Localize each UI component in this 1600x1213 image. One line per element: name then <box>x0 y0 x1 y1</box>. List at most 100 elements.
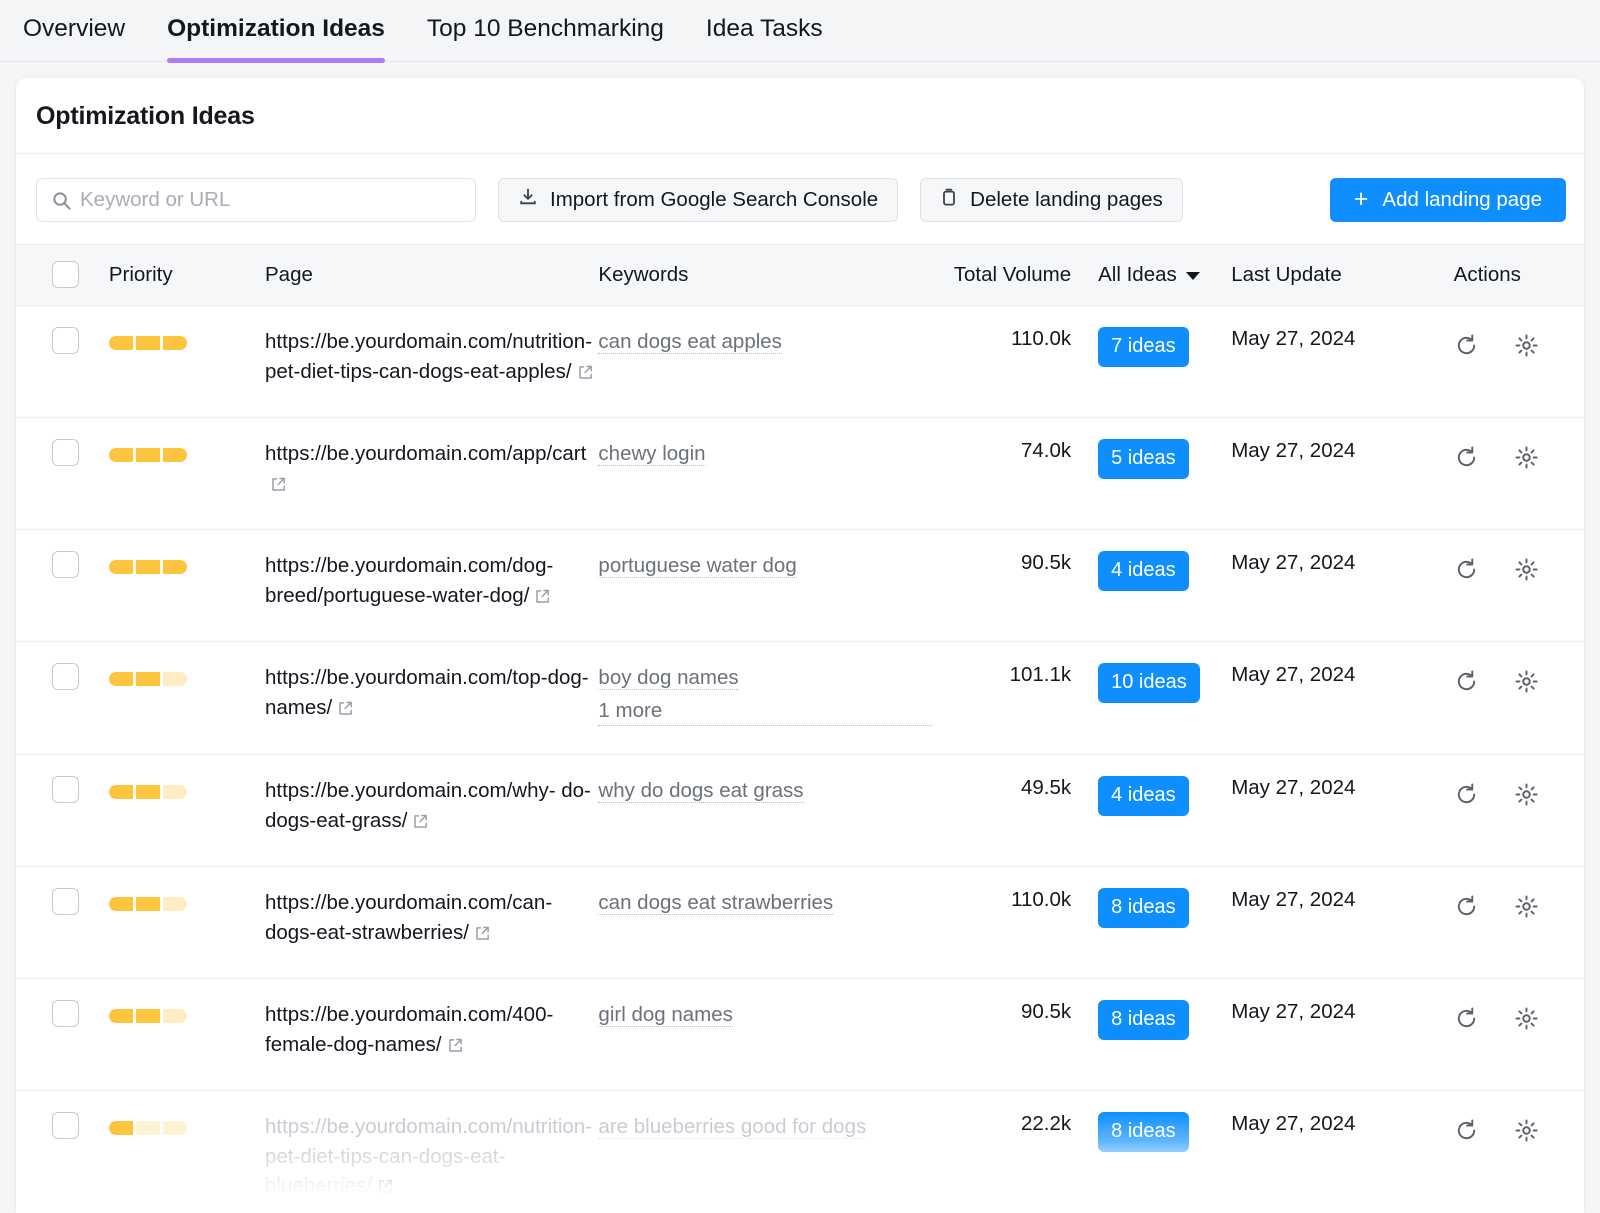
page-url-link[interactable]: https://be.yourdomain.com/app/cart <box>265 442 586 495</box>
row-checkbox[interactable] <box>52 439 79 466</box>
actions-cell <box>1426 306 1584 418</box>
keywords-more-link[interactable]: 1 more <box>598 696 931 727</box>
external-link-icon[interactable] <box>447 1033 464 1063</box>
tab-top-10-benchmarking[interactable]: Top 10 Benchmarking <box>406 0 685 63</box>
refresh-icon[interactable] <box>1454 894 1479 919</box>
download-icon <box>518 187 538 213</box>
keyword-link[interactable]: girl dog names <box>598 1003 732 1027</box>
refresh-icon[interactable] <box>1454 669 1479 694</box>
keyword-link[interactable]: are blueberries good for dogs <box>598 1115 866 1139</box>
priority-segment <box>109 785 133 799</box>
search-box[interactable] <box>36 178 476 222</box>
external-link-icon[interactable] <box>412 809 429 839</box>
priority-segment <box>136 672 160 686</box>
keyword-link[interactable]: can dogs eat apples <box>598 330 782 354</box>
total-volume-value: 22.2k <box>932 1091 1071 1213</box>
priority-bar <box>109 336 265 350</box>
external-link-icon[interactable] <box>270 472 287 502</box>
row-select-cell <box>16 755 109 867</box>
table-row[interactable]: https://be.yourdomain.com/400-female-dog… <box>16 979 1584 1091</box>
keywords-cell: chewy login <box>598 418 931 530</box>
keywords-cell: are blueberries good for dogs <box>598 1091 931 1213</box>
tab-idea-tasks[interactable]: Idea Tasks <box>685 0 844 63</box>
table-row[interactable]: https://be.yourdomain.com/app/cart chewy … <box>16 418 1584 530</box>
ideas-badge[interactable]: 8 ideas <box>1098 1000 1189 1040</box>
gear-icon[interactable] <box>1514 1006 1539 1031</box>
ideas-badge[interactable]: 8 ideas <box>1098 888 1189 928</box>
page-url-link[interactable]: https://be.yourdomain.com/nutrition-pet-… <box>265 330 594 383</box>
row-select-cell <box>16 418 109 530</box>
row-checkbox[interactable] <box>52 776 79 803</box>
row-checkbox[interactable] <box>52 551 79 578</box>
gear-icon[interactable] <box>1514 1118 1539 1143</box>
keyword-link[interactable]: boy dog names <box>598 666 738 690</box>
page-cell: https://be.yourdomain.com/400-female-dog… <box>265 979 598 1091</box>
table-row[interactable]: https://be.yourdomain.com/nutrition-pet-… <box>16 306 1584 418</box>
table-row[interactable]: https://be.yourdomain.com/top-dog-names/… <box>16 642 1584 755</box>
gear-icon[interactable] <box>1514 557 1539 582</box>
add-landing-page-button[interactable]: + Add landing page <box>1330 178 1566 222</box>
external-link-icon[interactable] <box>474 921 491 951</box>
refresh-icon[interactable] <box>1454 782 1479 807</box>
header-last-update[interactable]: Last Update <box>1206 245 1425 306</box>
ideas-badge[interactable]: 4 ideas <box>1098 551 1189 591</box>
external-link-icon[interactable] <box>577 360 594 390</box>
page-url-link[interactable]: https://be.yourdomain.com/dog-breed/port… <box>265 554 553 607</box>
tab-optimization-ideas[interactable]: Optimization Ideas <box>146 0 406 63</box>
row-checkbox[interactable] <box>52 663 79 690</box>
total-volume-value: 74.0k <box>932 418 1071 530</box>
keyword-link[interactable]: can dogs eat strawberries <box>598 891 833 915</box>
ideas-badge[interactable]: 8 ideas <box>1098 1112 1189 1152</box>
row-checkbox[interactable] <box>52 888 79 915</box>
refresh-icon[interactable] <box>1454 557 1479 582</box>
table-row[interactable]: https://be.yourdomain.com/nutrition-pet-… <box>16 1091 1584 1213</box>
gear-icon[interactable] <box>1514 333 1539 358</box>
gear-icon[interactable] <box>1514 894 1539 919</box>
header-page[interactable]: Page <box>265 245 598 306</box>
refresh-icon[interactable] <box>1454 333 1479 358</box>
row-checkbox[interactable] <box>52 1112 79 1139</box>
table-row[interactable]: https://be.yourdomain.com/can-dogs-eat-s… <box>16 867 1584 979</box>
keyword-link[interactable]: chewy login <box>598 442 705 466</box>
priority-segment <box>163 785 187 799</box>
external-link-icon[interactable] <box>534 584 551 614</box>
page-url-link[interactable]: https://be.yourdomain.com/can-dogs-eat-s… <box>265 891 552 944</box>
refresh-icon[interactable] <box>1454 1006 1479 1031</box>
header-total-volume[interactable]: Total Volume <box>932 245 1071 306</box>
keyword-link[interactable]: why do dogs eat grass <box>598 779 803 803</box>
refresh-icon[interactable] <box>1454 445 1479 470</box>
page-url-link[interactable]: https://be.yourdomain.com/400-female-dog… <box>265 1003 553 1056</box>
actions-cell <box>1426 755 1584 867</box>
table-row[interactable]: https://be.yourdomain.com/why- do-dogs-e… <box>16 755 1584 867</box>
select-all-checkbox[interactable] <box>52 261 79 288</box>
header-priority[interactable]: Priority <box>109 245 265 306</box>
row-checkbox[interactable] <box>52 1000 79 1027</box>
priority-segment <box>136 785 160 799</box>
row-checkbox[interactable] <box>52 327 79 354</box>
ideas-badge[interactable]: 4 ideas <box>1098 776 1189 816</box>
keyword-link[interactable]: portuguese water dog <box>598 554 796 578</box>
header-keywords[interactable]: Keywords <box>598 245 931 306</box>
priority-segment <box>109 672 133 686</box>
ideas-badge[interactable]: 7 ideas <box>1098 327 1189 367</box>
import-from-gsc-button[interactable]: Import from Google Search Console <box>498 178 898 222</box>
delete-landing-pages-button[interactable]: Delete landing pages <box>920 178 1183 222</box>
external-link-icon[interactable] <box>377 1174 394 1204</box>
ideas-badge[interactable]: 5 ideas <box>1098 439 1189 479</box>
ideas-badge[interactable]: 10 ideas <box>1098 663 1200 703</box>
gear-icon[interactable] <box>1514 782 1539 807</box>
keywords-cell: why do dogs eat grass <box>598 755 931 867</box>
tab-overview[interactable]: Overview <box>2 0 146 63</box>
page-url-link[interactable]: https://be.yourdomain.com/why- do-dogs-e… <box>265 779 591 832</box>
table-row[interactable]: https://be.yourdomain.com/dog-breed/port… <box>16 530 1584 642</box>
refresh-icon[interactable] <box>1454 1118 1479 1143</box>
gear-icon[interactable] <box>1514 445 1539 470</box>
plus-icon: + <box>1354 187 1369 212</box>
page-url-link[interactable]: https://be.yourdomain.com/top-dog-names/ <box>265 666 589 719</box>
header-all-ideas[interactable]: All Ideas <box>1071 245 1206 306</box>
search-input[interactable] <box>80 188 475 212</box>
external-link-icon[interactable] <box>337 696 354 726</box>
page-url-link[interactable]: https://be.yourdomain.com/nutrition-pet-… <box>265 1115 592 1197</box>
gear-icon[interactable] <box>1514 669 1539 694</box>
priority-segment <box>136 897 160 911</box>
